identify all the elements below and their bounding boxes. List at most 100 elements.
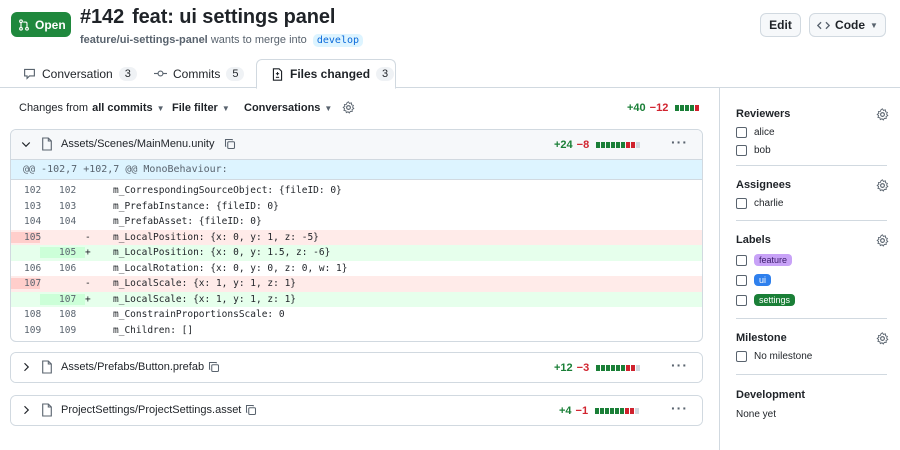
edit-button[interactable]: Edit: [760, 13, 801, 37]
file-header[interactable]: Assets/Scenes/MainMenu.unity +24 −8 ···: [11, 130, 702, 159]
file-header[interactable]: Assets/Prefabs/Button.prefab +12 −3 ···: [11, 353, 702, 382]
code-text: m_LocalRotation: {x: 0, y: 0, z: 0, w: 1…: [113, 262, 348, 274]
kebab-menu-icon[interactable]: ···: [671, 134, 688, 150]
copy-icon[interactable]: [224, 138, 236, 150]
pr-sidebar: Reviewers alice bob Assignees charlie La…: [719, 88, 900, 450]
checkbox[interactable]: [736, 254, 747, 266]
file-deletions: −8: [576, 139, 590, 151]
assignee-item[interactable]: charlie: [736, 198, 783, 209]
old-line-number[interactable]: 107: [11, 278, 41, 290]
diff-line[interactable]: 109 109 m_Children: []: [11, 323, 702, 339]
tab-conversation[interactable]: Conversation 3: [23, 59, 137, 88]
conversations-dropdown[interactable]: Conversations ▼: [244, 102, 332, 114]
label-item[interactable]: settings: [736, 294, 796, 306]
file-name[interactable]: Assets/Prefabs/Button.prefab: [61, 361, 204, 373]
diff-line[interactable]: 107 - m_LocalScale: {x: 1, y: 1, z: 1}: [11, 276, 702, 292]
pr-status-label: Open: [35, 17, 66, 32]
diff-stats: +40 −12: [627, 102, 700, 114]
tab-files-changed[interactable]: Files changed 3: [256, 59, 396, 89]
hunk-header[interactable]: @@ -102,7 +102,7 @@ MonoBehaviour:: [11, 159, 702, 180]
new-line-number[interactable]: 104: [40, 216, 85, 227]
file-icon: [42, 137, 52, 151]
commit-icon: [154, 70, 167, 77]
development-value: None yet: [736, 409, 777, 420]
page-title: #142 feat: ui settings panel: [80, 6, 335, 29]
old-line-number[interactable]: 103: [11, 201, 41, 212]
new-line-number[interactable]: 105: [40, 247, 85, 259]
diff-line[interactable]: 106 106 m_LocalRotation: {x: 0, y: 0, z: 0…: [11, 261, 702, 277]
chevron-down-icon[interactable]: [20, 138, 32, 150]
old-line-number[interactable]: 106: [11, 263, 41, 274]
pr-status-badge: Open: [11, 12, 71, 37]
reviewer-name: alice: [754, 127, 775, 138]
file-name[interactable]: ProjectSettings/ProjectSettings.asset: [61, 404, 241, 416]
old-line-number[interactable]: 109: [11, 325, 41, 336]
file-stats: +24 −8: [554, 139, 641, 151]
kebab-menu-icon[interactable]: ···: [671, 357, 688, 373]
file-header[interactable]: ProjectSettings/ProjectSettings.asset +4…: [11, 396, 702, 425]
new-line-number[interactable]: 108: [40, 309, 85, 320]
diff-line[interactable]: 102 102 m_CorrespondingSourceObject: {file…: [11, 183, 702, 199]
new-line-number[interactable]: 107: [40, 293, 85, 305]
file-filter-dropdown[interactable]: File filter ▼: [172, 102, 230, 114]
old-line-number[interactable]: 104: [11, 216, 41, 227]
gear-icon[interactable]: [876, 332, 889, 345]
changes-from-dropdown[interactable]: Changes from all commits ▼: [19, 102, 165, 114]
diff-settings-button[interactable]: [342, 101, 355, 114]
divider: [736, 318, 887, 319]
chevron-right-icon[interactable]: [20, 404, 32, 416]
changes-prefix: Changes from: [19, 102, 89, 114]
gear-icon[interactable]: [876, 108, 889, 121]
labels-title: Labels: [736, 234, 771, 246]
diff-line[interactable]: 105 + m_LocalPosition: {x: 0, y: 1.5, z: -…: [11, 245, 702, 261]
old-line-number[interactable]: 105: [11, 231, 41, 243]
diff-line[interactable]: 105 - m_LocalPosition: {x: 0, y: 1, z: -5}: [11, 229, 702, 245]
reviewers-title: Reviewers: [736, 108, 791, 120]
copy-icon[interactable]: [245, 404, 257, 416]
reviewer-item[interactable]: bob: [736, 145, 771, 156]
gear-icon[interactable]: [876, 179, 889, 192]
target-branch[interactable]: develop: [312, 34, 364, 47]
file-name[interactable]: Assets/Scenes/MainMenu.unity: [61, 138, 214, 150]
checkbox[interactable]: [736, 274, 747, 286]
new-line-number[interactable]: 102: [40, 185, 85, 196]
pr-title-text: feat: ui settings panel: [132, 6, 336, 28]
diff-sign: +: [85, 247, 91, 259]
diff-line[interactable]: 108 108 m_ConstrainProportionsScale: 0: [11, 307, 702, 323]
total-deletions: −12: [649, 102, 669, 114]
checkbox[interactable]: [736, 198, 747, 209]
diff-line[interactable]: 103 103 m_PrefabInstance: {fileID: 0}: [11, 199, 702, 215]
changes-value: all commits: [92, 102, 153, 114]
gear-icon[interactable]: [876, 234, 889, 247]
pr-header: Open #142 feat: ui settings panel feature…: [0, 0, 900, 58]
label-item[interactable]: ui: [736, 274, 772, 286]
file-diff-card: Assets/Scenes/MainMenu.unity +24 −8 ··· …: [10, 129, 703, 342]
new-line-number[interactable]: 109: [40, 325, 85, 336]
file-icon: [42, 360, 52, 374]
diff-line[interactable]: 107 + m_LocalScale: {x: 1, y: 1, z: 1}: [11, 291, 702, 307]
old-line-number[interactable]: 108: [11, 309, 41, 320]
diff-sign: -: [85, 278, 91, 290]
label-item[interactable]: feature: [736, 254, 793, 266]
source-branch[interactable]: feature/ui-settings-panel: [80, 34, 208, 46]
copy-icon[interactable]: [208, 361, 220, 373]
checkbox[interactable]: [736, 127, 747, 138]
chevron-right-icon[interactable]: [20, 361, 32, 373]
code-button[interactable]: Code ▼: [809, 13, 886, 37]
chevron-down-icon: ▼: [870, 20, 878, 30]
diff-line[interactable]: 104 104 m_PrefabAsset: {fileID: 0}: [11, 214, 702, 230]
kebab-menu-icon[interactable]: ···: [671, 400, 688, 416]
milestone-item[interactable]: No milestone: [736, 351, 812, 362]
checkbox[interactable]: [736, 145, 747, 156]
new-line-number[interactable]: 103: [40, 201, 85, 212]
milestone-value: No milestone: [754, 351, 813, 362]
new-line-number[interactable]: 106: [40, 263, 85, 274]
checkbox[interactable]: [736, 294, 747, 306]
old-line-number[interactable]: 102: [11, 185, 41, 196]
gear-icon: [342, 101, 355, 114]
checkbox[interactable]: [736, 351, 747, 362]
pr-tabs: Conversation 3 Commits 5 Files changed 3: [0, 59, 900, 89]
reviewer-item[interactable]: alice: [736, 127, 775, 138]
code-text: m_LocalScale: {x: 1, y: 1, z: 1}: [113, 293, 297, 305]
tab-commits[interactable]: Commits 5: [154, 59, 245, 88]
